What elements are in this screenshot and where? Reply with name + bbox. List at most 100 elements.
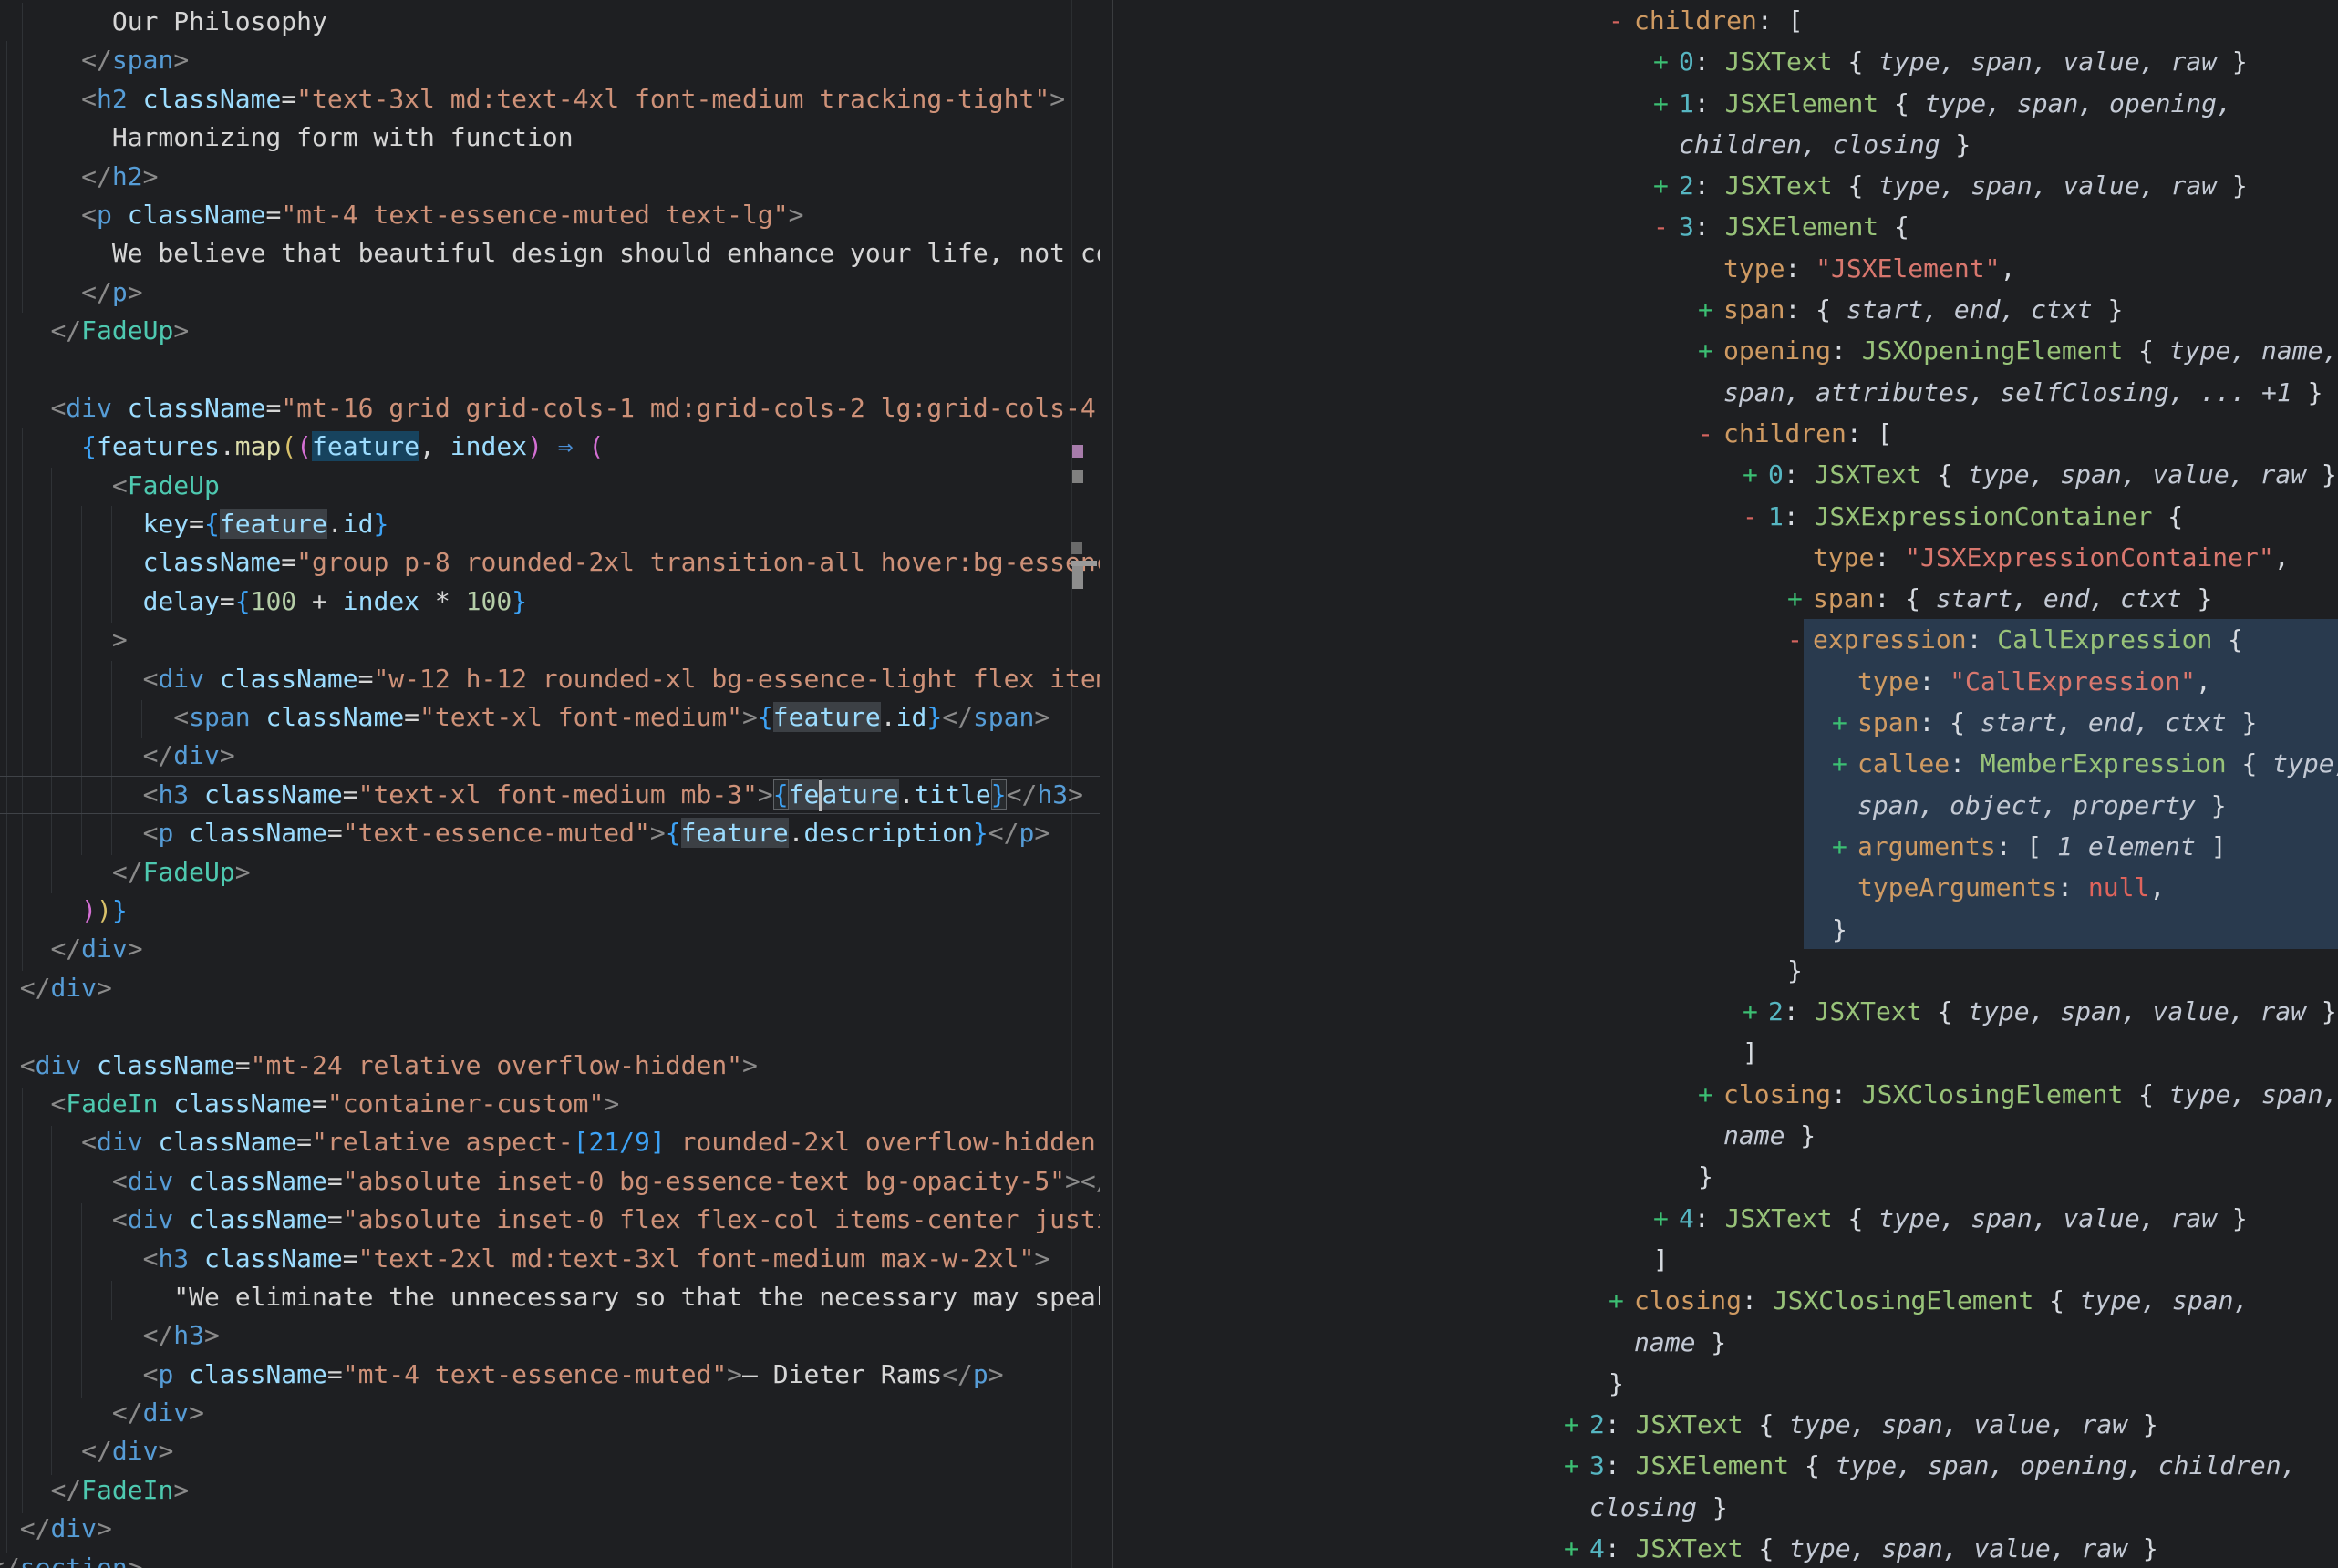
code-line[interactable]: Our Philosophy <box>0 3 1100 41</box>
ast-detail-row[interactable]: type: "JSXElement", <box>1113 248 2338 289</box>
code-line[interactable] <box>0 1007 1100 1046</box>
ast-detail-row[interactable]: span, object, property } <box>1113 785 2338 826</box>
code-line[interactable]: <div className="absolute inset-0 bg-esse… <box>0 1162 1100 1201</box>
ast-node-row[interactable]: +0: JSXText { type, span, value, raw } <box>1113 454 2338 495</box>
code-line[interactable]: className="group p-8 rounded-2xl transit… <box>0 543 1100 582</box>
code-line[interactable]: <h2 className="text-3xl md:text-4xl font… <box>0 80 1100 119</box>
expand-node-icon[interactable]: + <box>1743 454 1768 495</box>
expand-node-icon[interactable]: + <box>1832 743 1857 784</box>
ast-detail-row[interactable]: name } <box>1113 1115 2338 1156</box>
code-line[interactable]: <div className="absolute inset-0 flex fl… <box>0 1201 1100 1239</box>
ast-node-row[interactable]: +4: JSXText { type, span, value, raw } <box>1113 1528 2338 1568</box>
ast-node-row[interactable]: +callee: MemberExpression { type, <box>1113 743 2338 784</box>
code-line[interactable] <box>0 351 1100 389</box>
ast-detail-row[interactable]: type: "CallExpression", <box>1113 661 2338 702</box>
expand-node-icon[interactable]: + <box>1832 702 1857 743</box>
ast-detail-row[interactable]: children, closing } <box>1113 124 2338 165</box>
ast-tree-panel[interactable]: -children: [+0: JSXText { type, span, va… <box>1113 0 2338 1568</box>
expand-node-icon[interactable]: + <box>1743 991 1768 1032</box>
code-viewport[interactable]: Our Philosophy </span> <h2 className="te… <box>0 0 1100 1568</box>
collapse-node-icon[interactable]: - <box>1787 619 1813 660</box>
expand-node-icon[interactable]: + <box>1653 83 1679 124</box>
code-line[interactable]: </div> <box>0 930 1100 968</box>
code-line[interactable]: <p className="text-essence-muted">{featu… <box>0 814 1100 852</box>
ast-node-row[interactable]: +opening: JSXOpeningElement { type, name… <box>1113 330 2338 371</box>
ast-node-row[interactable]: +arguments: [ 1 element ] <box>1113 826 2338 867</box>
collapse-node-icon[interactable]: - <box>1698 413 1723 454</box>
code-line[interactable]: delay={100 + index * 100} <box>0 583 1100 621</box>
ast-detail-row[interactable]: name } <box>1113 1322 2338 1363</box>
ast-node-row[interactable]: +0: JSXText { type, span, value, raw } <box>1113 41 2338 82</box>
code-line[interactable]: ))} <box>0 892 1100 930</box>
ast-detail-row[interactable]: } <box>1113 1156 2338 1197</box>
ast-node-row[interactable]: -children: [ <box>1113 0 2338 41</box>
code-line[interactable]: <div className="w-12 h-12 rounded-xl bg-… <box>0 660 1100 698</box>
ast-node-row[interactable]: +span: { start, end, ctxt } <box>1113 702 2338 743</box>
ast-node-row[interactable]: +span: { start, end, ctxt } <box>1113 578 2338 619</box>
expand-node-icon[interactable]: + <box>1564 1445 1589 1486</box>
code-line[interactable]: <div className="mt-16 grid grid-cols-1 m… <box>0 389 1100 428</box>
code-line[interactable]: </h3> <box>0 1316 1100 1355</box>
expand-node-icon[interactable]: + <box>1698 289 1723 330</box>
code-line[interactable]: <p className="mt-4 text-essence-muted">—… <box>0 1356 1100 1394</box>
expand-node-icon[interactable]: + <box>1564 1528 1589 1568</box>
code-line[interactable]: </div> <box>0 969 1100 1007</box>
code-line[interactable]: <span className="text-xl font-medium">{f… <box>0 698 1100 737</box>
ast-detail-row[interactable]: type: "JSXExpressionContainer", <box>1113 537 2338 578</box>
code-line[interactable]: <FadeUp <box>0 467 1100 505</box>
ast-detail-row[interactable]: typeArguments: null, <box>1113 867 2338 908</box>
ast-node-row[interactable]: -3: JSXElement { <box>1113 206 2338 247</box>
ast-detail-row[interactable]: } <box>1113 950 2338 991</box>
ast-node-row[interactable]: +span: { start, end, ctxt } <box>1113 289 2338 330</box>
code-line[interactable]: </FadeUp> <box>0 312 1100 350</box>
ast-detail-row[interactable]: ] <box>1113 1032 2338 1073</box>
code-line[interactable]: </span> <box>0 41 1100 79</box>
ast-node-row[interactable]: +3: JSXElement { type, span, opening, ch… <box>1113 1445 2338 1486</box>
ast-detail-row[interactable]: } <box>1113 909 2338 950</box>
ast-node-row[interactable]: +2: JSXText { type, span, value, raw } <box>1113 165 2338 206</box>
ast-node-row[interactable]: -1: JSXExpressionContainer { <box>1113 496 2338 537</box>
code-line[interactable]: </section> <box>0 1549 1100 1568</box>
expand-node-icon[interactable]: + <box>1653 1198 1679 1239</box>
ast-node-row[interactable]: +closing: JSXClosingElement { type, span… <box>1113 1074 2338 1115</box>
code-line[interactable]: <div className="relative aspect-[21/9] r… <box>0 1123 1100 1161</box>
expand-node-icon[interactable]: + <box>1653 41 1679 82</box>
collapse-node-icon[interactable]: - <box>1743 496 1768 537</box>
code-line[interactable]: > <box>0 621 1100 659</box>
code-line[interactable]: Harmonizing form with function <box>0 119 1100 157</box>
expand-node-icon[interactable]: + <box>1698 1074 1723 1115</box>
ast-node-row[interactable]: +4: JSXText { type, span, value, raw } <box>1113 1198 2338 1239</box>
ast-node-row[interactable]: +closing: JSXClosingElement { type, span… <box>1113 1280 2338 1321</box>
ast-node-row[interactable]: -expression: CallExpression { <box>1113 619 2338 660</box>
ast-detail-row[interactable]: span, attributes, selfClosing, ... +1 } <box>1113 372 2338 413</box>
code-line[interactable]: <FadeIn className="container-custom"> <box>0 1085 1100 1123</box>
collapse-node-icon[interactable]: - <box>1653 206 1679 247</box>
code-editor-pane[interactable]: Our Philosophy </span> <h2 className="te… <box>0 0 1112 1568</box>
code-line[interactable]: <p className="mt-4 text-essence-muted te… <box>0 196 1100 234</box>
code-line[interactable]: </h2> <box>0 158 1100 196</box>
code-line[interactable]: <h3 className="text-2xl md:text-3xl font… <box>0 1240 1100 1278</box>
code-line[interactable]: </div> <box>0 737 1100 775</box>
code-line[interactable]: </FadeUp> <box>0 853 1100 892</box>
ast-detail-row[interactable]: closing } <box>1113 1487 2338 1528</box>
expand-node-icon[interactable]: + <box>1698 330 1723 371</box>
code-line[interactable]: </FadeIn> <box>0 1471 1100 1510</box>
code-line[interactable]: </div> <box>0 1510 1100 1548</box>
code-line[interactable]: {features.map((feature, index) ⇒ ( <box>0 428 1100 466</box>
ast-node-row[interactable]: +1: JSXElement { type, span, opening, <box>1113 83 2338 124</box>
code-line[interactable]: </p> <box>0 273 1100 312</box>
code-line[interactable]: </div> <box>0 1432 1100 1470</box>
expand-node-icon[interactable]: + <box>1653 165 1679 206</box>
ast-detail-row[interactable]: } <box>1113 1363 2338 1404</box>
ast-node-row[interactable]: +2: JSXText { type, span, value, raw } <box>1113 991 2338 1032</box>
code-line-current[interactable]: <h3 className="text-xl font-medium mb-3"… <box>0 776 1100 814</box>
code-line[interactable]: We believe that beautiful design should … <box>0 234 1100 273</box>
expand-node-icon[interactable]: + <box>1609 1280 1634 1321</box>
ast-node-row[interactable]: +2: JSXText { type, span, value, raw } <box>1113 1404 2338 1445</box>
code-line[interactable]: </div> <box>0 1394 1100 1432</box>
code-line[interactable]: "We eliminate the unnecessary so that th… <box>0 1278 1100 1316</box>
code-line[interactable]: <div className="mt-24 relative overflow-… <box>0 1047 1100 1085</box>
expand-node-icon[interactable]: + <box>1787 578 1813 619</box>
ast-detail-row[interactable]: ] <box>1113 1239 2338 1280</box>
expand-node-icon[interactable]: + <box>1832 826 1857 867</box>
